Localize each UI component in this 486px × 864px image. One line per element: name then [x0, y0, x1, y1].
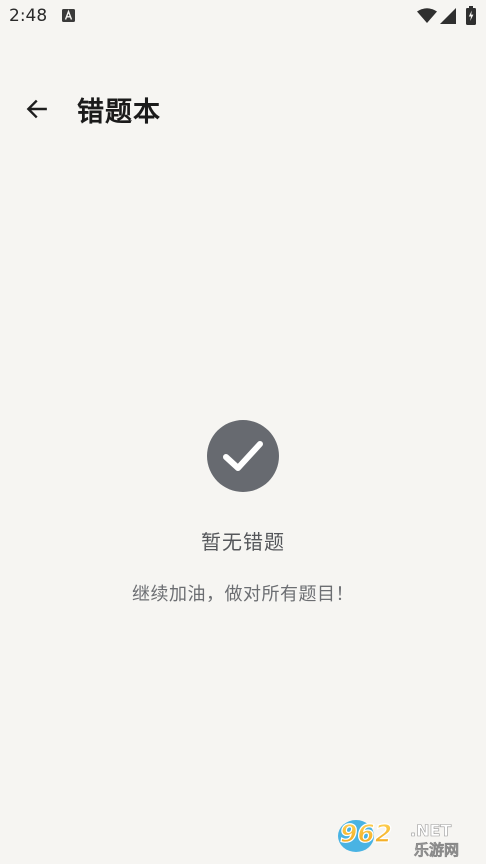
app-bar: 错题本: [0, 80, 486, 136]
svg-text:.NET: .NET: [410, 821, 451, 840]
watermark-logo: 962 .NET 乐游网: [338, 818, 459, 858]
battery-charging-icon: [466, 6, 476, 25]
arrow-left-icon: [26, 99, 47, 119]
back-button[interactable]: [14, 86, 60, 132]
wifi-icon: [417, 8, 437, 23]
signal-icon: [440, 8, 456, 24]
status-bar: 2:48: [0, 0, 486, 34]
page-title: 错题本: [77, 97, 161, 128]
empty-state-title: 暂无错题: [201, 530, 285, 554]
empty-state: 暂无错题 继续加油，做对所有题目！: [0, 420, 486, 606]
svg-text:乐游网: 乐游网: [414, 841, 459, 858]
status-time: 2:48: [9, 6, 48, 26]
check-circle-icon: [207, 420, 279, 492]
empty-state-subtitle: 继续加油，做对所有题目！: [132, 584, 354, 605]
font-a-icon: [62, 9, 75, 22]
svg-text:962: 962: [340, 819, 392, 848]
